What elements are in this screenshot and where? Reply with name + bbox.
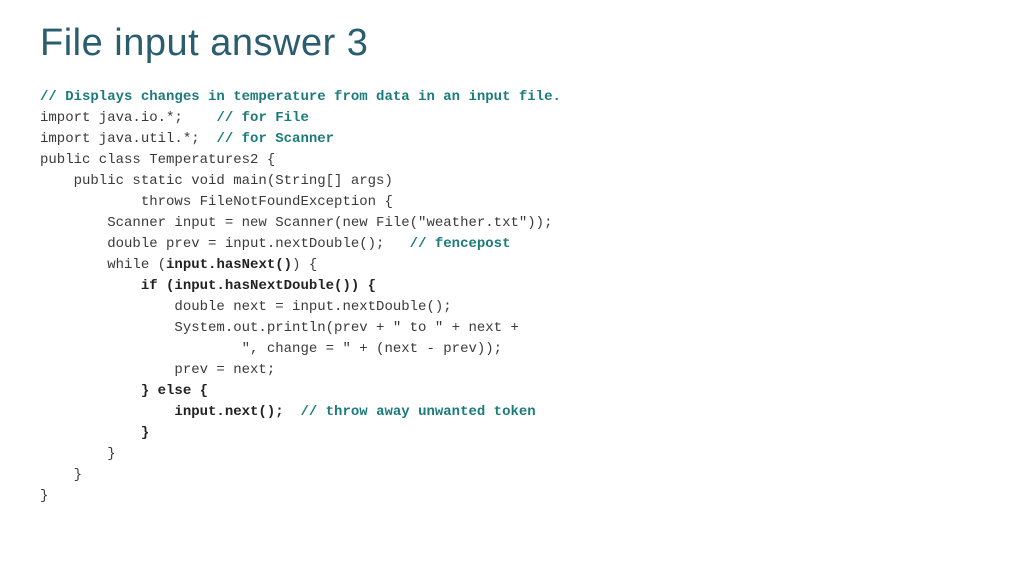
code-while-c: ) {: [292, 257, 317, 273]
code-comment-file: // for File: [216, 110, 308, 126]
code-else: } else {: [141, 383, 208, 399]
slide-container: File input answer 3 // Displays changes …: [0, 0, 1024, 507]
code-comment-scanner: // for Scanner: [216, 131, 334, 147]
code-throws: throws FileNotFoundException {: [40, 192, 984, 213]
code-assign-prev: prev = next;: [40, 360, 984, 381]
code-import-1: import java.io.*;: [40, 110, 216, 126]
code-if-indent: [40, 278, 141, 294]
code-scanner-init: Scanner input = new Scanner(new File("we…: [40, 213, 984, 234]
code-closeif-indent: [40, 425, 141, 441]
code-import-2: import java.util.*;: [40, 131, 216, 147]
code-prev-init: double prev = input.nextDouble();: [40, 236, 410, 252]
code-comment-throwaway: // throw away unwanted token: [300, 404, 535, 420]
code-else-indent: [40, 383, 141, 399]
code-println-2: ", change = " + (next - prev));: [40, 339, 984, 360]
slide-title: File input answer 3: [40, 22, 984, 65]
code-main-sig: public static void main(String[] args): [40, 171, 984, 192]
code-while-cond: input.hasNext(): [166, 257, 292, 273]
code-comment-fencepost: // fencepost: [410, 236, 511, 252]
code-close-while: }: [40, 444, 984, 465]
code-block: // Displays changes in temperature from …: [40, 87, 984, 507]
code-close-class: }: [40, 486, 984, 507]
code-next-decl: double next = input.nextDouble();: [40, 297, 984, 318]
code-if-cond: if (input.hasNextDouble()) {: [141, 278, 376, 294]
code-inputnext-indent: [40, 404, 174, 420]
code-inputnext-sp: [284, 404, 301, 420]
code-class-decl: public class Temperatures2 {: [40, 150, 984, 171]
code-inputnext: input.next();: [174, 404, 283, 420]
code-closeif: }: [141, 425, 149, 441]
code-close-main: }: [40, 465, 984, 486]
code-while-a: while (: [40, 257, 166, 273]
code-comment-top: // Displays changes in temperature from …: [40, 89, 561, 105]
code-println-1: System.out.println(prev + " to " + next …: [40, 318, 984, 339]
